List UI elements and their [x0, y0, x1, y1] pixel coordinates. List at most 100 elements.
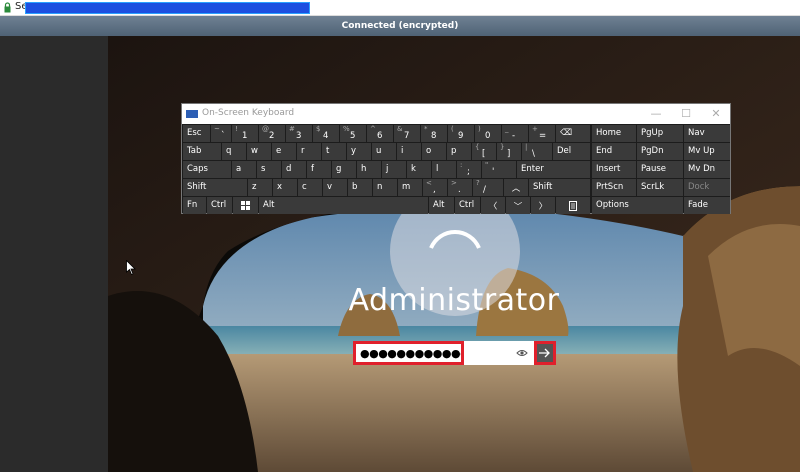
key-pgdn[interactable]: PgDn — [637, 143, 683, 160]
key-insert[interactable]: Insert — [592, 161, 636, 178]
key-left-bracket[interactable]: {[ — [472, 143, 496, 160]
key-0[interactable]: ) 0 — [475, 125, 501, 142]
eye-icon[interactable] — [516, 347, 528, 359]
key-left-arrow[interactable]: 〈 — [481, 197, 505, 214]
key-shift-left[interactable]: Shift — [183, 179, 247, 196]
key-end[interactable]: End — [592, 143, 636, 160]
key-ctrl-left[interactable]: Ctrl — [207, 197, 232, 214]
url-field-redacted[interactable] — [25, 2, 310, 14]
key-pgup[interactable]: PgUp — [637, 125, 683, 142]
mouse-cursor-icon — [126, 260, 136, 276]
minimize-button[interactable]: — — [648, 106, 664, 122]
key-backtick[interactable]: ~ ` — [211, 125, 231, 142]
key-k[interactable]: k — [407, 161, 431, 178]
close-button[interactable]: ✕ — [708, 106, 724, 122]
username-label: Administrator — [348, 283, 560, 318]
key-semicolon[interactable]: :; — [457, 161, 481, 178]
key-t[interactable]: t — [322, 143, 346, 160]
key-windows[interactable] — [233, 197, 258, 214]
password-box: ●●●●●●●●●●●●●●●●● — [353, 341, 534, 365]
key-del[interactable]: Del — [553, 143, 590, 160]
key-period[interactable]: >. — [448, 179, 472, 196]
key-b[interactable]: b — [348, 179, 372, 196]
key-right-bracket[interactable]: }] — [497, 143, 521, 160]
key-enter[interactable]: Enter — [517, 161, 590, 178]
password-input[interactable]: ●●●●●●●●●●●●●●●●● — [353, 341, 464, 365]
key-g[interactable]: g — [332, 161, 356, 178]
key-x[interactable]: x — [273, 179, 297, 196]
key-8[interactable]: * 8 — [421, 125, 447, 142]
key-scrlk[interactable]: ScrLk — [637, 179, 683, 196]
key-backspace[interactable]: ⌫ — [556, 125, 590, 142]
key-minus[interactable]: _ - — [502, 125, 528, 142]
submit-button[interactable] — [534, 341, 556, 365]
key-comma[interactable]: <, — [423, 179, 447, 196]
key-i[interactable]: i — [397, 143, 421, 160]
key-z[interactable]: z — [248, 179, 272, 196]
key-quote[interactable]: " ' — [482, 161, 516, 178]
key-d[interactable]: d — [282, 161, 306, 178]
key-mvup[interactable]: Mv Up — [684, 143, 730, 160]
key-1[interactable]: ! 1 — [232, 125, 258, 142]
key-6[interactable]: ^ 6 — [367, 125, 393, 142]
key-equals[interactable]: + = — [529, 125, 555, 142]
key-j[interactable]: j — [382, 161, 406, 178]
on-screen-keyboard[interactable]: On-Screen Keyboard — ☐ ✕ Esc ~ ` ! 1 @2 #3… — [181, 103, 731, 214]
key-w[interactable]: w — [247, 143, 271, 160]
key-e[interactable]: e — [272, 143, 296, 160]
key-tab[interactable]: Tab — [183, 143, 221, 160]
key-alt-right[interactable]: Alt — [429, 197, 454, 214]
connection-status-bar: Connected (encrypted) — [0, 16, 800, 36]
key-dock[interactable]: Dock — [684, 179, 730, 196]
key-o[interactable]: o — [422, 143, 446, 160]
key-esc[interactable]: Esc — [183, 125, 210, 142]
lock-icon — [4, 2, 11, 13]
key-c[interactable]: c — [298, 179, 322, 196]
key-down-arrow[interactable]: ﹀ — [506, 197, 530, 214]
key-pause[interactable]: Pause — [637, 161, 683, 178]
key-m[interactable]: m — [398, 179, 422, 196]
key-f[interactable]: f — [307, 161, 331, 178]
key-h[interactable]: h — [357, 161, 381, 178]
key-nav[interactable]: Nav — [684, 125, 730, 142]
key-u[interactable]: u — [372, 143, 396, 160]
key-5[interactable]: % 5 — [340, 125, 366, 142]
windows-icon — [241, 201, 250, 210]
key-ctrl-right[interactable]: Ctrl — [455, 197, 480, 214]
key-home[interactable]: Home — [592, 125, 636, 142]
key-p[interactable]: p — [447, 143, 471, 160]
key-slash[interactable]: ? / — [473, 179, 503, 196]
key-v[interactable]: v — [323, 179, 347, 196]
key-caps[interactable]: Caps — [183, 161, 231, 178]
key-backslash[interactable]: | \ — [522, 143, 552, 160]
key-3[interactable]: #3 — [286, 125, 312, 142]
loading-spinner-icon — [429, 230, 481, 249]
keyboard-app-icon — [186, 110, 198, 118]
key-2[interactable]: @2 — [259, 125, 285, 142]
key-4[interactable]: $4 — [313, 125, 339, 142]
key-shift-right[interactable]: Shift — [529, 179, 590, 196]
key-prtscn[interactable]: PrtScn — [592, 179, 636, 196]
key-up-arrow[interactable]: ︿ — [504, 179, 528, 196]
key-menu[interactable] — [556, 197, 590, 214]
key-options[interactable]: Options — [592, 197, 683, 214]
key-fade[interactable]: Fade — [684, 197, 730, 214]
key-l[interactable]: l — [432, 161, 456, 178]
key-7[interactable]: & 7 — [394, 125, 420, 142]
key-y[interactable]: y — [347, 143, 371, 160]
remote-desktop[interactable]: Administrator ●●●●●●●●●●●●●●●●● — [108, 36, 800, 472]
key-alt-left[interactable]: Alt — [259, 197, 428, 214]
key-s[interactable]: s — [257, 161, 281, 178]
maximize-button[interactable]: ☐ — [678, 106, 694, 122]
key-a[interactable]: a — [232, 161, 256, 178]
key-right-arrow[interactable]: 〉 — [531, 197, 555, 214]
key-r[interactable]: r — [297, 143, 321, 160]
left-gutter — [0, 36, 108, 472]
key-9[interactable]: (9 — [448, 125, 474, 142]
key-fn[interactable]: Fn — [183, 197, 206, 214]
key-q[interactable]: q — [222, 143, 246, 160]
osk-title: On-Screen Keyboard — [202, 108, 295, 118]
osk-title-bar[interactable]: On-Screen Keyboard — ☐ ✕ — [182, 104, 730, 124]
key-n[interactable]: n — [373, 179, 397, 196]
key-mvdn[interactable]: Mv Dn — [684, 161, 730, 178]
